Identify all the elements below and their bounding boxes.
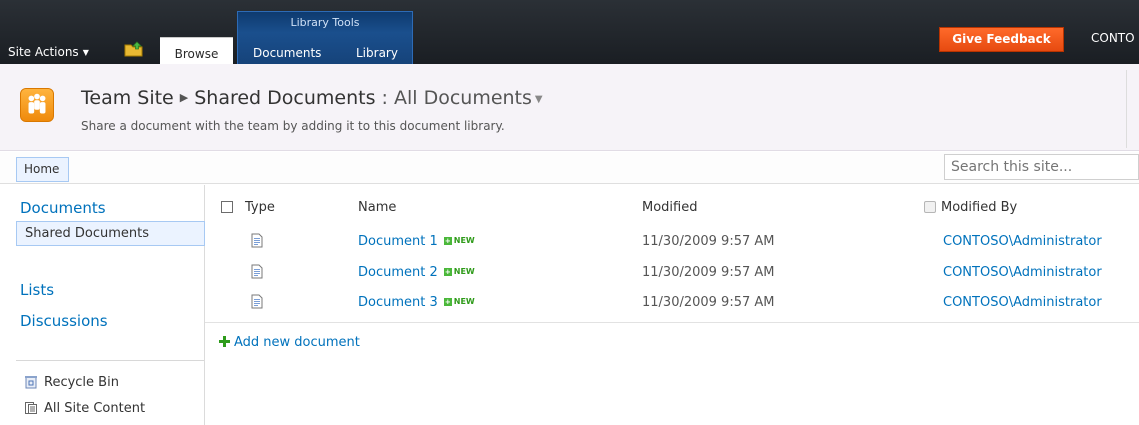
new-plus-icon: + — [443, 237, 452, 245]
new-plus-icon: + — [443, 298, 452, 306]
quicklaunch-lists[interactable]: Lists — [20, 281, 54, 299]
document-name: Document 3 — [358, 295, 438, 310]
site-actions-menu[interactable]: Site Actions ▼ — [8, 45, 89, 59]
breadcrumb-list[interactable]: Shared Documents — [194, 87, 375, 109]
new-badge: + NEW — [443, 297, 475, 306]
site-content-icon — [25, 402, 37, 414]
select-all-checkbox[interactable] — [221, 201, 233, 213]
add-icon — [219, 336, 230, 347]
navigate-up-icon[interactable] — [124, 41, 144, 57]
recycle-bin-label: Recycle Bin — [44, 375, 119, 390]
new-plus-icon: + — [443, 268, 452, 276]
quicklaunch-discussions[interactable]: Discussions — [20, 312, 108, 330]
modified-date: 11/30/2009 9:57 AM — [642, 234, 775, 249]
document-icon — [251, 264, 263, 279]
modified-date: 11/30/2009 9:57 AM — [642, 265, 775, 280]
site-logo-icon[interactable] — [20, 88, 54, 122]
document-name: Document 1 — [358, 234, 438, 249]
list-description: Share a document with the team by adding… — [81, 119, 505, 133]
modified-by-user[interactable]: CONTOSO\Administrator — [943, 295, 1102, 310]
recycle-bin-link[interactable]: Recycle Bin — [24, 375, 119, 390]
tab-documents[interactable]: Documents — [253, 46, 321, 60]
view-separator: : — [381, 87, 388, 109]
chevron-down-icon[interactable]: ▼ — [535, 94, 543, 105]
add-new-document-link[interactable]: Add new document — [219, 335, 360, 350]
breadcrumb-arrow-icon: ▶ — [179, 91, 189, 104]
document-link[interactable]: Document 1 + NEW — [358, 234, 475, 249]
column-header-modified[interactable]: Modified — [642, 200, 697, 215]
divider — [205, 322, 1139, 323]
column-header-modified-by[interactable]: Modified By — [941, 200, 1017, 215]
all-site-content-label: All Site Content — [44, 401, 146, 416]
add-new-document-label: Add new document — [234, 335, 360, 350]
new-badge: + NEW — [443, 236, 475, 245]
library-tools-title: Library Tools — [290, 16, 360, 29]
document-icon — [251, 294, 263, 309]
page-title: Team Site ▶ Shared Documents : All Documen… — [81, 87, 543, 109]
document-link[interactable]: Document 2 + NEW — [358, 265, 475, 280]
document-link[interactable]: Document 3 + NEW — [358, 295, 475, 310]
column-header-name[interactable]: Name — [358, 200, 396, 215]
library-tools-group: Library Tools Documents Library — [237, 11, 413, 64]
top-nav-home[interactable]: Home — [16, 157, 69, 182]
modified-date: 11/30/2009 9:57 AM — [642, 295, 775, 310]
column-filter-checkbox[interactable] — [924, 201, 936, 213]
tab-browse[interactable]: Browse — [160, 37, 233, 64]
column-header-type[interactable]: Type — [245, 200, 275, 215]
view-selector[interactable]: All Documents — [394, 87, 532, 109]
divider — [1126, 70, 1127, 148]
tab-library[interactable]: Library — [356, 46, 398, 60]
modified-by-user[interactable]: CONTOSO\Administrator — [943, 234, 1102, 249]
modified-by-user[interactable]: CONTOSO\Administrator — [943, 265, 1102, 280]
all-site-content-link[interactable]: All Site Content — [24, 401, 145, 416]
breadcrumb-site[interactable]: Team Site — [81, 87, 174, 109]
divider — [16, 360, 204, 361]
chevron-down-icon: ▼ — [82, 48, 89, 57]
give-feedback-button[interactable]: Give Feedback — [939, 27, 1064, 52]
search-input[interactable] — [944, 154, 1139, 180]
quicklaunch-shared-documents[interactable]: Shared Documents — [16, 221, 205, 246]
site-actions-label: Site Actions — [8, 45, 79, 59]
document-name: Document 2 — [358, 265, 438, 280]
new-badge: + NEW — [443, 267, 475, 276]
recycle-bin-icon — [25, 376, 37, 389]
document-icon — [251, 233, 263, 248]
user-menu[interactable]: CONTO — [1091, 31, 1135, 45]
quicklaunch-documents[interactable]: Documents — [20, 199, 106, 217]
